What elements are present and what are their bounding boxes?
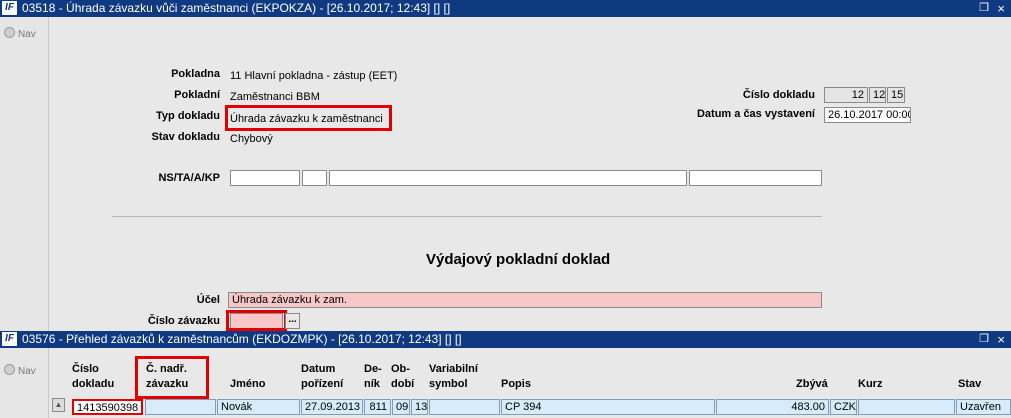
nav-label: Nav (18, 29, 36, 40)
highlight-c-nadr-zavazku (135, 356, 209, 399)
highlight-cislo-zavazku (226, 310, 287, 331)
cell-datum-porizeni[interactable]: 27.09.2013 (301, 399, 363, 415)
close-icon[interactable]: × (997, 0, 1005, 17)
col-header-line: De- (364, 363, 382, 375)
ns-ta-a-kp-label: NS/TA/A/KP (158, 172, 220, 184)
col-header-line: ník (364, 378, 380, 390)
nav-pane (0, 17, 49, 331)
col-header-denik[interactable]: De- ník (364, 362, 382, 392)
radio-icon (4, 27, 15, 38)
cell-popis[interactable]: CP 394 (501, 399, 715, 415)
cislo-dokladu-part1[interactable]: 12 (824, 87, 868, 103)
col-header-line: pořízení (301, 378, 344, 390)
datum-vystaveni-input[interactable]: 26.10.2017 00:00 (824, 107, 911, 123)
col-header-line: symbol (429, 378, 468, 390)
window-title: 03518 - Úhrada závazku vůči zaměstnanci … (22, 1, 451, 15)
a-input[interactable] (329, 170, 687, 186)
highlight-typ-dokladu (225, 105, 392, 131)
col-header-line: Variabilní (429, 363, 478, 375)
cislo-dokladu-part3[interactable]: 15 (887, 87, 905, 103)
col-header-obdobi[interactable]: Ob- dobí (391, 362, 414, 392)
cell-mena[interactable]: CZK (830, 399, 857, 415)
section-divider (112, 216, 822, 217)
col-header-variabilni-symbol[interactable]: Variabilní symbol (429, 362, 478, 392)
col-header-line: dobí (391, 378, 415, 390)
cell-obdobi-year[interactable]: 13 (411, 399, 428, 415)
kp-input[interactable] (689, 170, 822, 186)
window-titlebar-ekpokza[interactable]: IF 03518 - Úhrada závazku vůči zaměstnan… (0, 0, 1011, 17)
cell-denik[interactable]: 811 (364, 399, 391, 415)
window-titlebar-ekdozmpk[interactable]: IF 03576 - Přehled závazků k zaměstnanců… (0, 331, 1011, 348)
window-title: 03576 - Přehled závazků k zaměstnancům (… (22, 332, 462, 346)
stav-dokladu-label: Stav dokladu (151, 131, 220, 143)
radio-icon (4, 364, 15, 375)
cell-kurz[interactable] (858, 399, 955, 415)
cislo-dokladu-label: Číslo dokladu (742, 89, 815, 101)
pokladni-label: Pokladní (174, 89, 220, 101)
col-header-line: Číslo (72, 363, 99, 375)
datum-vystaveni-label: Datum a čas vystavení (696, 108, 815, 120)
app-logo-icon: IF (2, 332, 17, 346)
nav-toggle[interactable]: Nav (4, 364, 36, 377)
section-heading: Výdajový pokladní doklad (426, 251, 611, 268)
nav-toggle[interactable]: Nav (4, 27, 36, 40)
cislo-zavazku-label: Číslo závazku (147, 315, 220, 327)
ucel-input[interactable]: Úhrada závazku k zam. (228, 292, 822, 308)
col-header-line: Datum (301, 363, 336, 375)
restore-icon[interactable]: ❐ (979, 0, 989, 17)
col-header-jmeno[interactable]: Jméno (230, 377, 265, 392)
typ-dokladu-label: Typ dokladu (156, 110, 220, 122)
col-header-kurz[interactable]: Kurz (858, 377, 882, 392)
ns-input[interactable] (230, 170, 300, 186)
col-header-datum-porizeni[interactable]: Datum pořízení (301, 362, 343, 392)
cell-variabilni-symbol[interactable] (429, 399, 500, 415)
col-header-line: Ob- (391, 363, 410, 375)
cell-cislo-dokladu[interactable]: 1413590398 (72, 399, 143, 415)
app-logo-icon: IF (2, 1, 17, 15)
scroll-up-button[interactable]: ▲ (52, 398, 65, 412)
close-icon[interactable]: × (997, 331, 1005, 348)
nav-label: Nav (18, 366, 36, 377)
lookup-button[interactable]: ... (285, 313, 300, 329)
col-header-cislo-dokladu[interactable]: Číslo dokladu (72, 362, 114, 392)
nav-pane (0, 348, 49, 418)
cell-jmeno[interactable]: Novák (217, 399, 300, 415)
ta-input[interactable] (302, 170, 327, 186)
cell-stav[interactable]: Uzavřen (956, 399, 1011, 415)
restore-icon[interactable]: ❐ (979, 331, 989, 348)
col-header-line: dokladu (72, 378, 115, 390)
pokladni-value: Zaměstnanci BBM (230, 91, 320, 103)
ucel-label: Účel (196, 294, 220, 306)
cell-obdobi-month[interactable]: 09 (392, 399, 410, 415)
cislo-dokladu-part2[interactable]: 12 (869, 87, 886, 103)
pokladna-value: 11 Hlavní pokladna - zástup (EET) (230, 70, 398, 82)
col-header-stav[interactable]: Stav (958, 377, 981, 392)
pokladna-label: Pokladna (171, 68, 220, 80)
col-header-popis[interactable]: Popis (501, 377, 531, 392)
col-header-zbyva[interactable]: Zbývá (796, 377, 828, 392)
cell-zbyva[interactable]: 483.00 (716, 399, 829, 415)
cell-c-nadr-zavazku[interactable] (145, 399, 216, 415)
stav-dokladu-value: Chybový (230, 133, 273, 145)
